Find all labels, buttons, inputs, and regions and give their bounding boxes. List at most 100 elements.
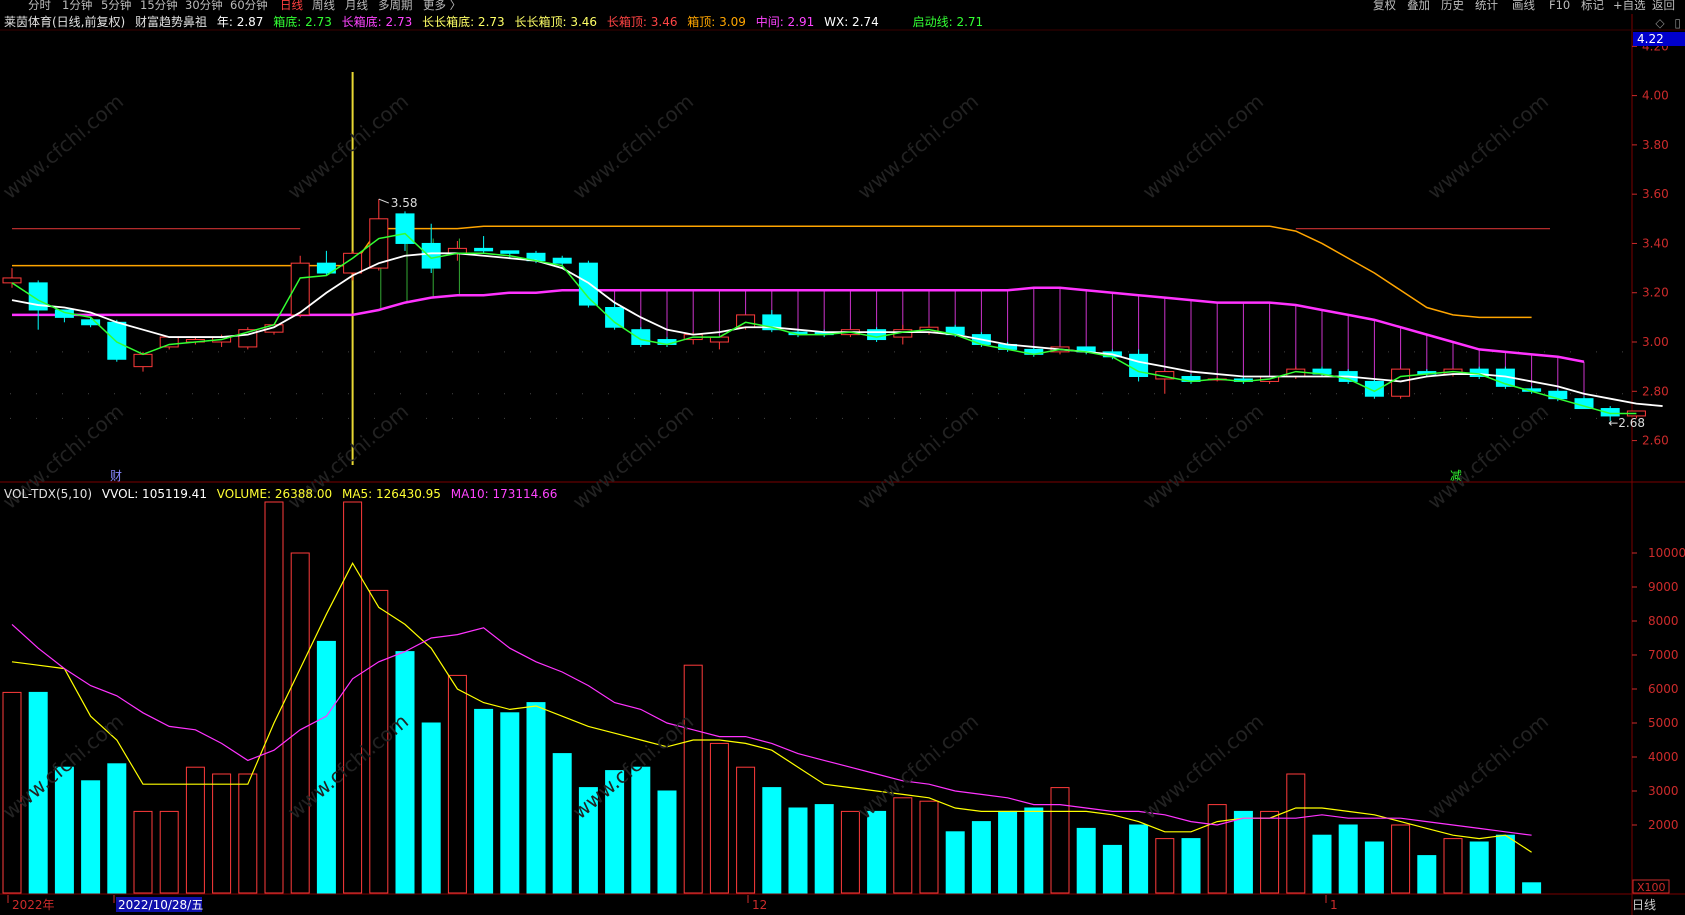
- volume-bar: [683, 664, 703, 894]
- watermark: www.cfchi.com: [1138, 89, 1268, 204]
- volume-bar: [1364, 841, 1384, 894]
- high-arrow: [378, 198, 389, 204]
- volume-bar: [1155, 838, 1175, 894]
- volume-tick-label: 3000: [1648, 784, 1679, 798]
- volume-bar: [919, 800, 939, 894]
- indicator-info-line: 莱茵体育(日线,前复权) 财富趋势鼻祖 年: 2.87 箱底: 2.73 长箱底…: [4, 15, 989, 30]
- volume-bar: [343, 501, 363, 894]
- mark-left: 财: [110, 469, 122, 483]
- volume-bar: [631, 766, 651, 894]
- volume-bar: [867, 810, 887, 894]
- price-tick-label: 3.40: [1642, 236, 1669, 250]
- volume-bar: [421, 722, 441, 894]
- volume-bar: [264, 501, 284, 894]
- volume-bar: [1469, 841, 1489, 894]
- date-label: 12: [752, 898, 767, 912]
- info-zhongjian: 中间: 2.91: [755, 15, 815, 29]
- volume-bar: [709, 742, 729, 894]
- volume-bar: [552, 753, 572, 894]
- candle-body: [867, 329, 887, 341]
- vol-ma5: MA5: 126430.95: [341, 487, 441, 501]
- volume-unit-label: X100: [1637, 881, 1666, 894]
- info-year: 年: 2.87: [216, 15, 264, 29]
- volume-bar: [1129, 824, 1149, 894]
- timeframe-label: 日线: [1632, 898, 1657, 912]
- volume-bar: [1286, 773, 1306, 894]
- candle-body: [552, 257, 572, 264]
- watermark: www.cfchi.com: [283, 89, 413, 204]
- candle-body: [133, 353, 153, 368]
- watermark: www.cfchi.com: [1423, 89, 1553, 204]
- info-longlong-xiangdi: 长长箱底: 2.73: [422, 15, 505, 29]
- info-long-xiangdi: 长箱底: 2.73: [341, 15, 413, 29]
- volume-bar: [736, 766, 756, 894]
- candle-body: [2, 277, 22, 284]
- volume-bar: [1233, 810, 1253, 894]
- candle-body: [159, 336, 179, 348]
- candle-body: [1391, 368, 1411, 397]
- watermark: www.cfchi.com: [1423, 709, 1553, 824]
- volume-bar: [1181, 838, 1201, 894]
- volume-bar: [971, 821, 991, 894]
- volume-bar: [945, 831, 965, 894]
- vol-volume: VOLUME: 26388.00: [216, 487, 333, 501]
- price-tick-label: 3.80: [1642, 138, 1669, 152]
- white-line: [11, 252, 1663, 407]
- candle-body: [474, 247, 494, 252]
- volume-bar: [1260, 810, 1280, 894]
- volume-tick-label: 4000: [1648, 750, 1679, 764]
- high-label: 3.58: [391, 196, 418, 210]
- candle-body: [631, 329, 651, 345]
- volume-bar: [159, 810, 179, 894]
- indicator-name[interactable]: 财富趋势鼻祖: [135, 15, 207, 29]
- watermark: www.cfchi.com: [853, 399, 983, 514]
- stock-name: 莱茵体育(日线,前复权): [4, 15, 126, 29]
- volume-bar: [762, 787, 782, 894]
- info-xiangdi: 箱底: 2.73: [273, 15, 332, 29]
- restore-icon[interactable]: ▯: [1674, 16, 1681, 30]
- volume-bar: [1522, 882, 1542, 894]
- volume-bar: [1443, 838, 1463, 894]
- volume-bar: [1024, 807, 1044, 894]
- vol-vvol: VVOL: 105119.41: [101, 487, 207, 501]
- volume-bar: [998, 810, 1018, 894]
- volume-bar: [840, 810, 860, 894]
- volume-bar: [893, 797, 913, 894]
- volume-bar: [1338, 824, 1358, 894]
- watermark: www.cfchi.com: [0, 89, 128, 204]
- volume-bar: [814, 804, 834, 894]
- diamond-icon[interactable]: ◇: [1655, 16, 1664, 30]
- volume-bar: [1312, 834, 1332, 894]
- price-tick-label: 3.60: [1642, 187, 1669, 201]
- volume-bar: [1050, 787, 1070, 894]
- window-icons: ◇ ▯: [1649, 16, 1681, 30]
- low-label: ←2.68: [1608, 416, 1645, 430]
- date-label: 2022年: [12, 898, 55, 912]
- info-longlong-xiangding: 长长箱顶: 3.46: [514, 15, 598, 29]
- watermark: www.cfchi.com: [1423, 399, 1553, 514]
- volume-bar: [1391, 824, 1411, 894]
- volume-tick-label: 10000: [1648, 546, 1685, 560]
- watermark: www.cfchi.com: [853, 709, 983, 824]
- price-tick-label: 4.00: [1642, 89, 1669, 103]
- vol-indicator-name[interactable]: VOL-TDX(5,10): [4, 487, 92, 501]
- vol-ma10: MA10: 173114.66: [450, 487, 558, 501]
- watermark: www.cfchi.com: [853, 89, 983, 204]
- date-label: 2022/10/28/五: [118, 898, 203, 912]
- watermark: www.cfchi.com: [568, 399, 698, 514]
- volume-bar: [1076, 827, 1096, 894]
- volume-bar: [1207, 804, 1227, 894]
- volume-bar: [447, 674, 467, 894]
- volume-bar: [212, 773, 232, 894]
- volume-bar: [185, 766, 205, 894]
- volume-bar: [238, 773, 258, 894]
- candle-body: [578, 262, 598, 306]
- candle-body: [421, 242, 441, 269]
- current-price-label: 4.22: [1637, 32, 1664, 46]
- candle-body: [500, 250, 520, 254]
- volume-bar: [500, 712, 520, 894]
- volume-bar: [474, 708, 494, 894]
- volume-bar: [107, 763, 127, 894]
- volume-bar: [788, 807, 808, 894]
- price-tick-label: 2.80: [1642, 384, 1669, 398]
